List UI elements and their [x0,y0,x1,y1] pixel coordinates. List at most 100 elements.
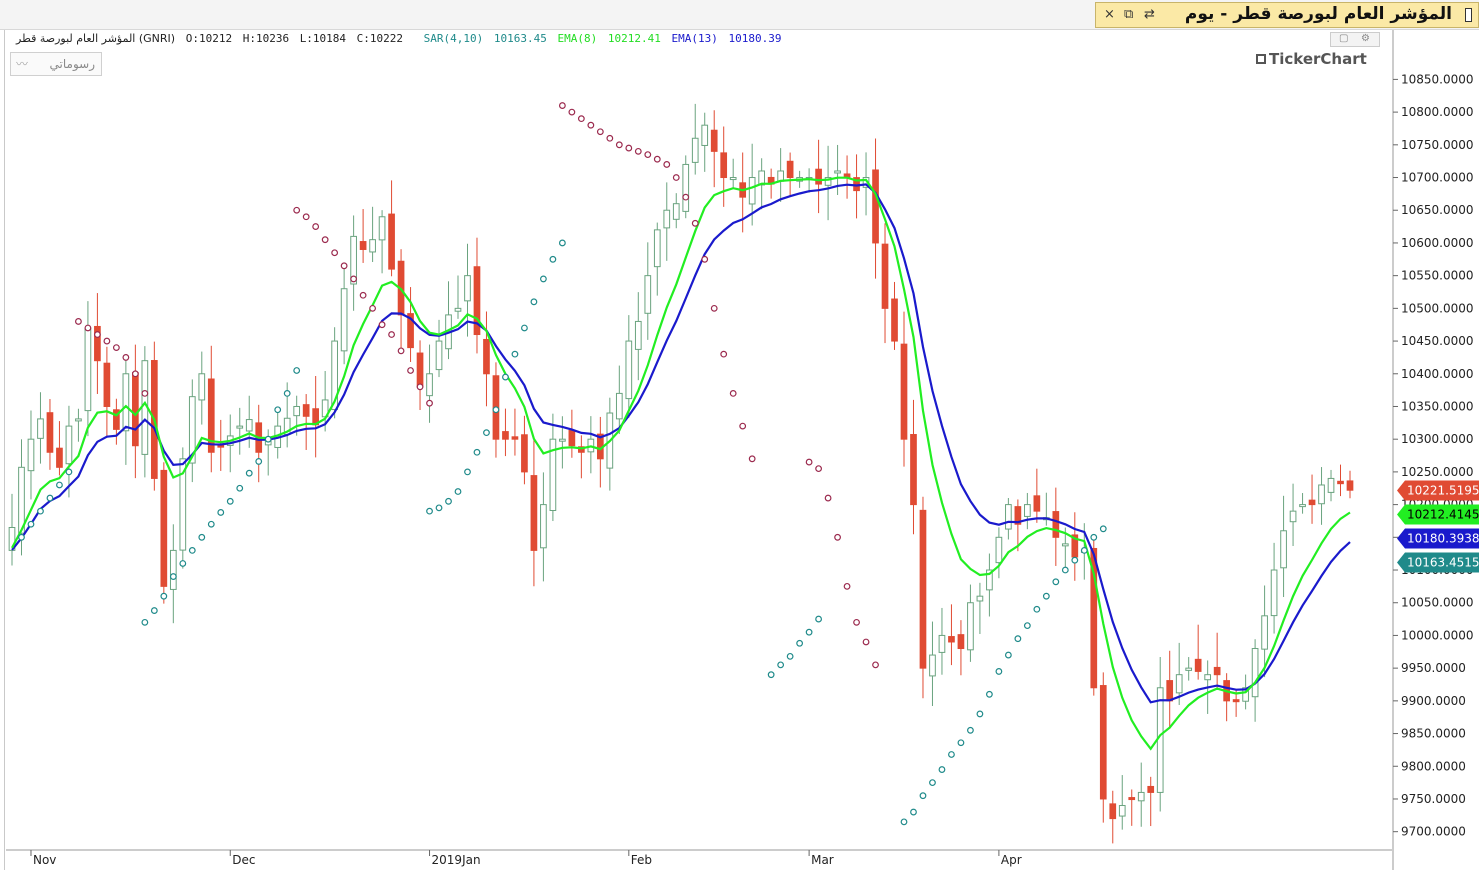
sar-dot [454,488,462,495]
sar-dot [824,494,832,502]
candle-body [929,654,936,677]
sar-dot [1004,651,1012,659]
sar-dot [710,304,718,312]
sar-dot [46,494,54,502]
sar-dot [198,533,206,541]
sar-dot [492,406,500,414]
candle-body [1194,658,1202,672]
sar-dot [853,618,860,626]
candle-body [1052,511,1060,538]
candle-body [378,216,386,241]
sar-dot [255,458,263,465]
sar-dot [720,350,728,358]
sar-dot [397,347,405,355]
y-tick-label: 10250.0000 [1401,465,1474,479]
sar-dot [957,739,965,747]
sar-dot [112,344,120,352]
candle-body [701,124,709,146]
candle-body [891,298,898,342]
y-tick-label: 10850.0000 [1401,72,1474,86]
candle-body [672,203,680,220]
candle-body [521,434,528,473]
candle-body [56,447,63,468]
sar-dot [900,818,908,826]
sar-dot [18,533,25,541]
candle-body [1270,569,1278,617]
sar-dot [217,509,225,516]
sar-dot [805,628,813,636]
sar-dot [188,546,196,554]
sar-dot [691,219,699,227]
candle-body [160,469,168,587]
candle-body [454,307,462,312]
candle-body [426,373,433,397]
ema8-line [11,176,1351,751]
candle-body [1099,685,1107,800]
candle-body [720,152,728,179]
candle-body [359,241,367,250]
candle-body [1280,530,1287,569]
sar-dot [530,298,538,306]
sar-dot [293,367,301,374]
candle-body [236,425,244,429]
sar-dot [302,213,310,221]
sar-dot [767,671,775,679]
sar-dot [777,661,785,669]
sar-dot [1090,533,1098,541]
price-chart[interactable]: 9700.0000 9750.0000 9800.0000 9850.0000 9900… [0,0,1479,870]
sar-dot [786,652,794,660]
last-value-label: 10163.4515 [1407,556,1479,570]
sar-dot [834,533,841,541]
sar-dot [1071,556,1079,564]
candle-body [938,634,946,653]
sar-dot [65,468,73,476]
candle-body [293,405,301,417]
sar-dot [141,389,149,397]
sar-dot [653,155,661,163]
sar-dot [663,161,671,168]
sar-dot [558,102,566,109]
candle-body [748,177,756,205]
sar-dot [948,751,955,758]
candle-body [834,170,841,174]
candle-body [1327,477,1335,493]
sar-dot [293,206,301,214]
candle-body [464,275,471,302]
sar-dot [359,291,367,299]
candle-body [1147,785,1155,793]
y-tick-label: 9850.0000 [1401,727,1466,741]
candle-body [881,243,889,309]
candle-body [691,137,699,163]
candle-body [644,275,652,314]
candle-body [416,352,424,388]
sar-dot [350,275,358,283]
y-tick-label: 9750.0000 [1401,792,1466,806]
y-tick-label: 9700.0000 [1401,825,1466,839]
candle-body [103,362,111,407]
candle-body [1024,504,1031,517]
sar-dot [84,324,92,332]
candle-body [169,549,177,590]
candle-body [84,327,92,412]
sar-dot [549,255,557,263]
candle-body [1289,510,1297,523]
sar-dot [426,399,433,407]
sar-dot [1052,578,1060,586]
sar-dot [312,223,320,230]
sar-dot [938,766,946,773]
candle-body [502,431,509,440]
sar-dot [27,520,35,528]
sar-dot [558,239,566,247]
sar-dot [1014,635,1022,643]
sar-dot [815,615,822,623]
candle-body [198,373,206,401]
y-tick-label: 10450.0000 [1401,334,1474,348]
candle-body [663,209,671,229]
candle-body [948,636,955,643]
sar-dot [407,367,414,374]
y-tick-label: 9950.0000 [1401,661,1466,675]
candle-body [540,504,547,549]
sar-dot [919,792,927,800]
candle-body [1232,699,1240,703]
candle-body [302,404,310,417]
